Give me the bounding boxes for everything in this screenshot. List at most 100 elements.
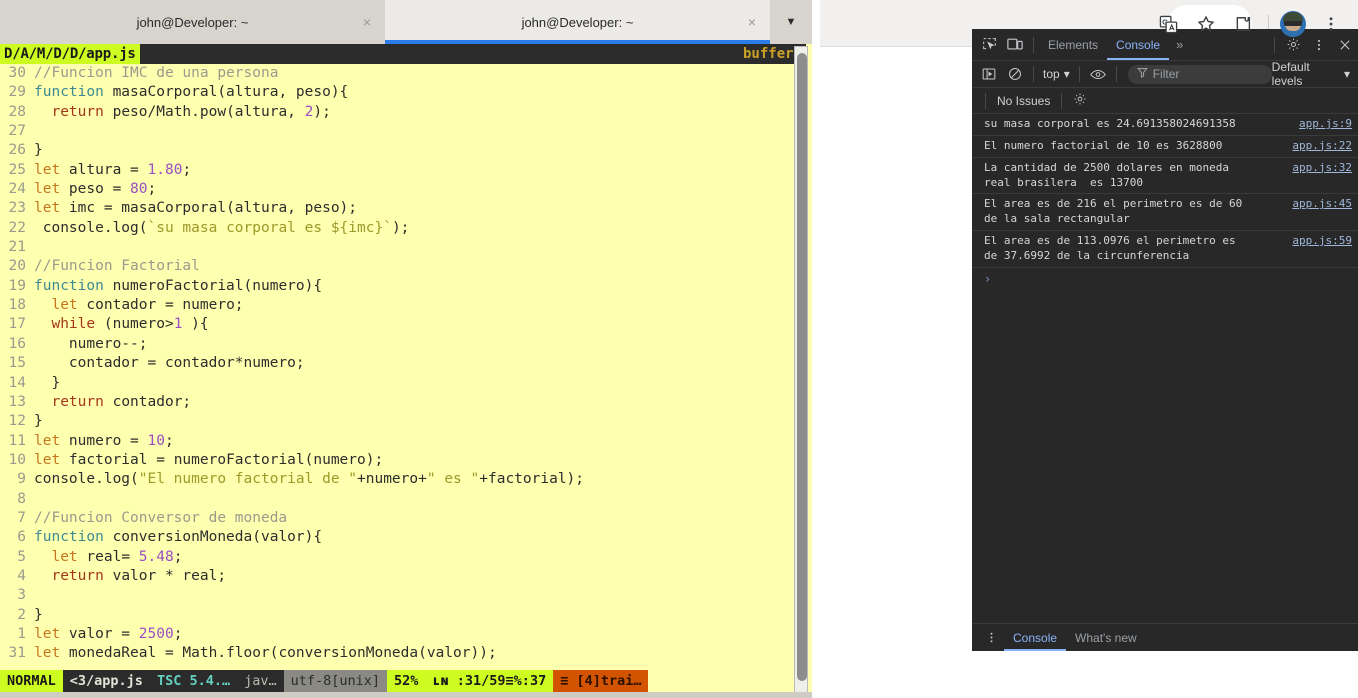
console-sidebar-icon[interactable]: [976, 61, 1002, 87]
device-toolbar-icon[interactable]: [1002, 32, 1028, 58]
code-token: 5.48: [138, 548, 174, 565]
drawer-more-options-icon[interactable]: [978, 625, 1004, 651]
log-levels-label: Default levels: [1271, 60, 1310, 88]
code-line: 3: [0, 586, 806, 605]
console-message[interactable]: El area es de 216 el perimetro es de 60 …: [972, 194, 1358, 232]
filter-funnel-icon: [1136, 67, 1148, 81]
code-token: function: [34, 277, 104, 294]
execution-context-select[interactable]: top ▾: [1039, 67, 1074, 81]
console-prompt-chevron-icon: ›: [984, 271, 992, 286]
console-message-source-link[interactable]: app.js:45: [1292, 197, 1352, 212]
statusline-filename: <3/app.js: [62, 670, 150, 692]
code-line-number: 21: [8, 239, 26, 256]
statusline-position: ʟɴ :31/59≡%:37: [425, 670, 554, 692]
console-message-source-link[interactable]: app.js:32: [1292, 161, 1352, 176]
terminal-tab-2[interactable]: john@Developer: ~ ×: [385, 0, 770, 44]
console-message-source-link[interactable]: app.js:22: [1292, 139, 1352, 154]
filterbar-divider-2: [1078, 66, 1080, 82]
code-line: 19 function numeroFactorial(numero){: [0, 277, 806, 296]
code-line-number: 15: [8, 355, 26, 372]
code-line-number: 23: [8, 200, 26, 217]
tab-list-dropdown-icon[interactable]: ▼: [770, 0, 812, 44]
drawer-tab-console[interactable]: Console: [1004, 624, 1066, 651]
inspect-element-icon[interactable]: [976, 32, 1002, 58]
console-message-source-link[interactable]: app.js:9: [1299, 117, 1352, 132]
code-line-text: let contador = numero;: [26, 296, 243, 315]
code-token: imc = masaCorporal(altura, peso);: [60, 200, 358, 217]
code-token: 80: [130, 181, 148, 198]
profile-avatar[interactable]: [1274, 5, 1312, 43]
console-prompt[interactable]: ›: [972, 268, 1358, 290]
vim-tabline: D/A/M/D/D/app.js buffers: [0, 44, 806, 64]
code-token: valor * real;: [103, 567, 227, 584]
filter-placeholder: Filter: [1152, 67, 1180, 81]
extensions-puzzle-icon[interactable]: [1225, 5, 1263, 43]
chrome-menu-kebab-icon[interactable]: [1312, 5, 1350, 43]
code-line: 13 return contador;: [0, 393, 806, 412]
console-settings-gear-icon[interactable]: [1073, 92, 1087, 109]
code-line-number: 29: [8, 84, 26, 101]
code-token: let: [34, 200, 61, 217]
code-token: +factorial);: [479, 471, 585, 488]
code-token: monedaReal = Math.floor(conversionMoneda…: [60, 645, 497, 662]
terminal-tab-bar: john@Developer: ~ × john@Developer: ~ × …: [0, 0, 812, 44]
vim-buffer-name[interactable]: D/A/M/D/D/app.js: [0, 44, 140, 64]
code-line-number: 31: [8, 645, 26, 662]
code-line-number: 6: [17, 529, 26, 546]
code-line-text: return peso/Math.pow(altura, 2);: [26, 103, 330, 122]
code-line: 16 numero--;: [0, 335, 806, 354]
code-line: 15 contador = contador*numero;: [0, 354, 806, 373]
tab-elements[interactable]: Elements: [1039, 29, 1107, 60]
console-message-list[interactable]: su masa corporal es 24.691358024691358 ap…: [972, 114, 1358, 623]
code-token: ){: [182, 316, 209, 333]
code-line-text: function numeroFactorial(numero){: [26, 277, 322, 296]
code-line: 17 while (numero>1 ){: [0, 315, 806, 334]
log-levels-select[interactable]: Default levels ▾: [1272, 60, 1350, 88]
tabbar-divider: [1033, 36, 1034, 53]
code-line-text: }: [26, 606, 43, 625]
terminal-scrollbar[interactable]: [794, 46, 808, 694]
code-line-text: let monedaReal = Math.floor(conversionMo…: [26, 644, 497, 663]
console-message[interactable]: su masa corporal es 24.691358024691358 ap…: [972, 114, 1358, 136]
code-line-number: 25: [8, 161, 26, 178]
code-editor-area[interactable]: 30//Funcion IMC de una persona 29 function…: [0, 64, 806, 670]
execution-context-value: top: [1043, 67, 1060, 81]
code-line: 25 let altura = 1.80;: [0, 161, 806, 180]
console-message[interactable]: La cantidad de 2500 dolares en moneda re…: [972, 158, 1358, 195]
terminal-scrollbar-thumb[interactable]: [797, 53, 807, 681]
terminal-tab-1-label: john@Developer: ~: [136, 14, 249, 30]
clear-console-icon[interactable]: [1002, 61, 1028, 87]
code-line-number: 1: [17, 625, 26, 642]
close-icon[interactable]: ×: [363, 15, 371, 29]
console-message-text: su masa corporal es 24.691358024691358: [984, 117, 1236, 130]
code-line-text: contador = contador*numero;: [26, 354, 305, 373]
statusline-encoding: utf-8[unix]: [283, 670, 388, 692]
code-token: }: [34, 606, 43, 623]
bookmark-star-icon[interactable]: [1187, 5, 1225, 43]
search-input[interactable]: Filter: [1127, 64, 1272, 84]
code-token: "El numero factorial de ": [138, 471, 358, 488]
terminal-tab-1[interactable]: john@Developer: ~ ×: [0, 0, 385, 44]
console-message-source-link[interactable]: app.js:59: [1292, 234, 1352, 249]
code-line-number: 30: [8, 65, 26, 81]
code-line-text: let factorial = numeroFactorial(numero);: [26, 451, 383, 470]
translate-icon[interactable]: G: [1149, 5, 1187, 43]
console-message[interactable]: El area es de 113.0976 el perimetro es d…: [972, 231, 1358, 268]
code-token: let: [34, 625, 61, 642]
drawer-tab-whats-new[interactable]: What's new: [1066, 624, 1146, 651]
chevron-down-icon: ▾: [1343, 67, 1350, 81]
no-issues-label[interactable]: No Issues: [997, 94, 1050, 108]
code-line: 8: [0, 490, 806, 509]
chrome-toolbar-actions: G: [1149, 5, 1350, 43]
code-line-text: let altura = 1.80;: [26, 161, 191, 180]
code-line: 5 let real= 5.48;: [0, 548, 806, 567]
live-expression-eye-icon[interactable]: [1085, 61, 1111, 87]
code-line-text: let valor = 2500;: [26, 625, 182, 644]
code-line: 28 return peso/Math.pow(altura, 2);: [0, 103, 806, 122]
close-icon[interactable]: ×: [748, 15, 756, 29]
terminal-tab-2-label: john@Developer: ~: [521, 14, 634, 30]
code-line: 4 return valor * real;: [0, 567, 806, 586]
console-message[interactable]: El numero factorial de 10 es 3628800 app.…: [972, 136, 1358, 158]
